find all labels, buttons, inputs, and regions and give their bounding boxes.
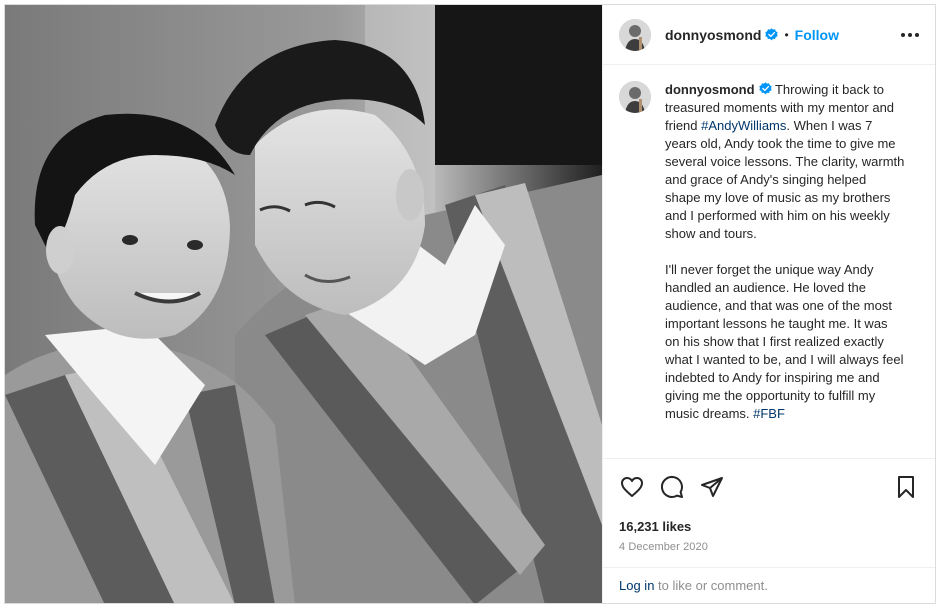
caption-paragraph-2: I'll never forget the unique way Andy ha… bbox=[665, 261, 905, 423]
share-icon[interactable] bbox=[699, 474, 725, 500]
heart-icon[interactable] bbox=[619, 474, 645, 500]
login-link[interactable]: Log in bbox=[619, 578, 654, 593]
login-text: to like or comment. bbox=[654, 578, 768, 593]
comment-icon[interactable] bbox=[659, 474, 685, 500]
likes-count[interactable]: 16,231 likes bbox=[619, 519, 919, 534]
post-header: donnyosmond • Follow bbox=[603, 5, 935, 65]
post-photo-image bbox=[5, 5, 602, 603]
login-bar: Log in to like or comment. bbox=[603, 567, 935, 603]
caption-username[interactable]: donnyosmond bbox=[665, 82, 755, 97]
caption-avatar[interactable] bbox=[619, 81, 651, 113]
profile-avatar[interactable] bbox=[619, 18, 651, 51]
follow-button[interactable]: Follow bbox=[795, 27, 839, 43]
post-actions: 16,231 likes 4 December 2020 bbox=[603, 458, 935, 553]
header-separator: • bbox=[784, 27, 789, 42]
caption-text-1b: . When I was 7 years old, Andy took the … bbox=[665, 118, 905, 241]
post-side-panel: donnyosmond • Follow donnyosmond Throwin… bbox=[602, 5, 935, 603]
caption-text-2: I'll never forget the unique way Andy ha… bbox=[665, 262, 904, 421]
post-photo[interactable] bbox=[5, 5, 602, 603]
action-icons-row bbox=[619, 471, 919, 503]
post-caption: donnyosmond Throwing it back to treasure… bbox=[665, 81, 905, 448]
hashtag-andywilliams[interactable]: #AndyWilliams bbox=[701, 118, 786, 133]
caption-area: donnyosmond Throwing it back to treasure… bbox=[603, 65, 935, 458]
instagram-post: donnyosmond • Follow donnyosmond Throwin… bbox=[4, 4, 936, 604]
more-options-icon[interactable] bbox=[901, 27, 919, 43]
verified-badge-icon bbox=[765, 28, 779, 41]
hashtag-fbf[interactable]: #FBF bbox=[753, 406, 785, 421]
verified-badge-icon bbox=[758, 82, 772, 95]
post-date[interactable]: 4 December 2020 bbox=[619, 541, 919, 553]
caption-paragraph-1: donnyosmond Throwing it back to treasure… bbox=[665, 81, 905, 243]
header-username[interactable]: donnyosmond bbox=[665, 27, 761, 43]
bookmark-icon[interactable] bbox=[893, 474, 919, 500]
